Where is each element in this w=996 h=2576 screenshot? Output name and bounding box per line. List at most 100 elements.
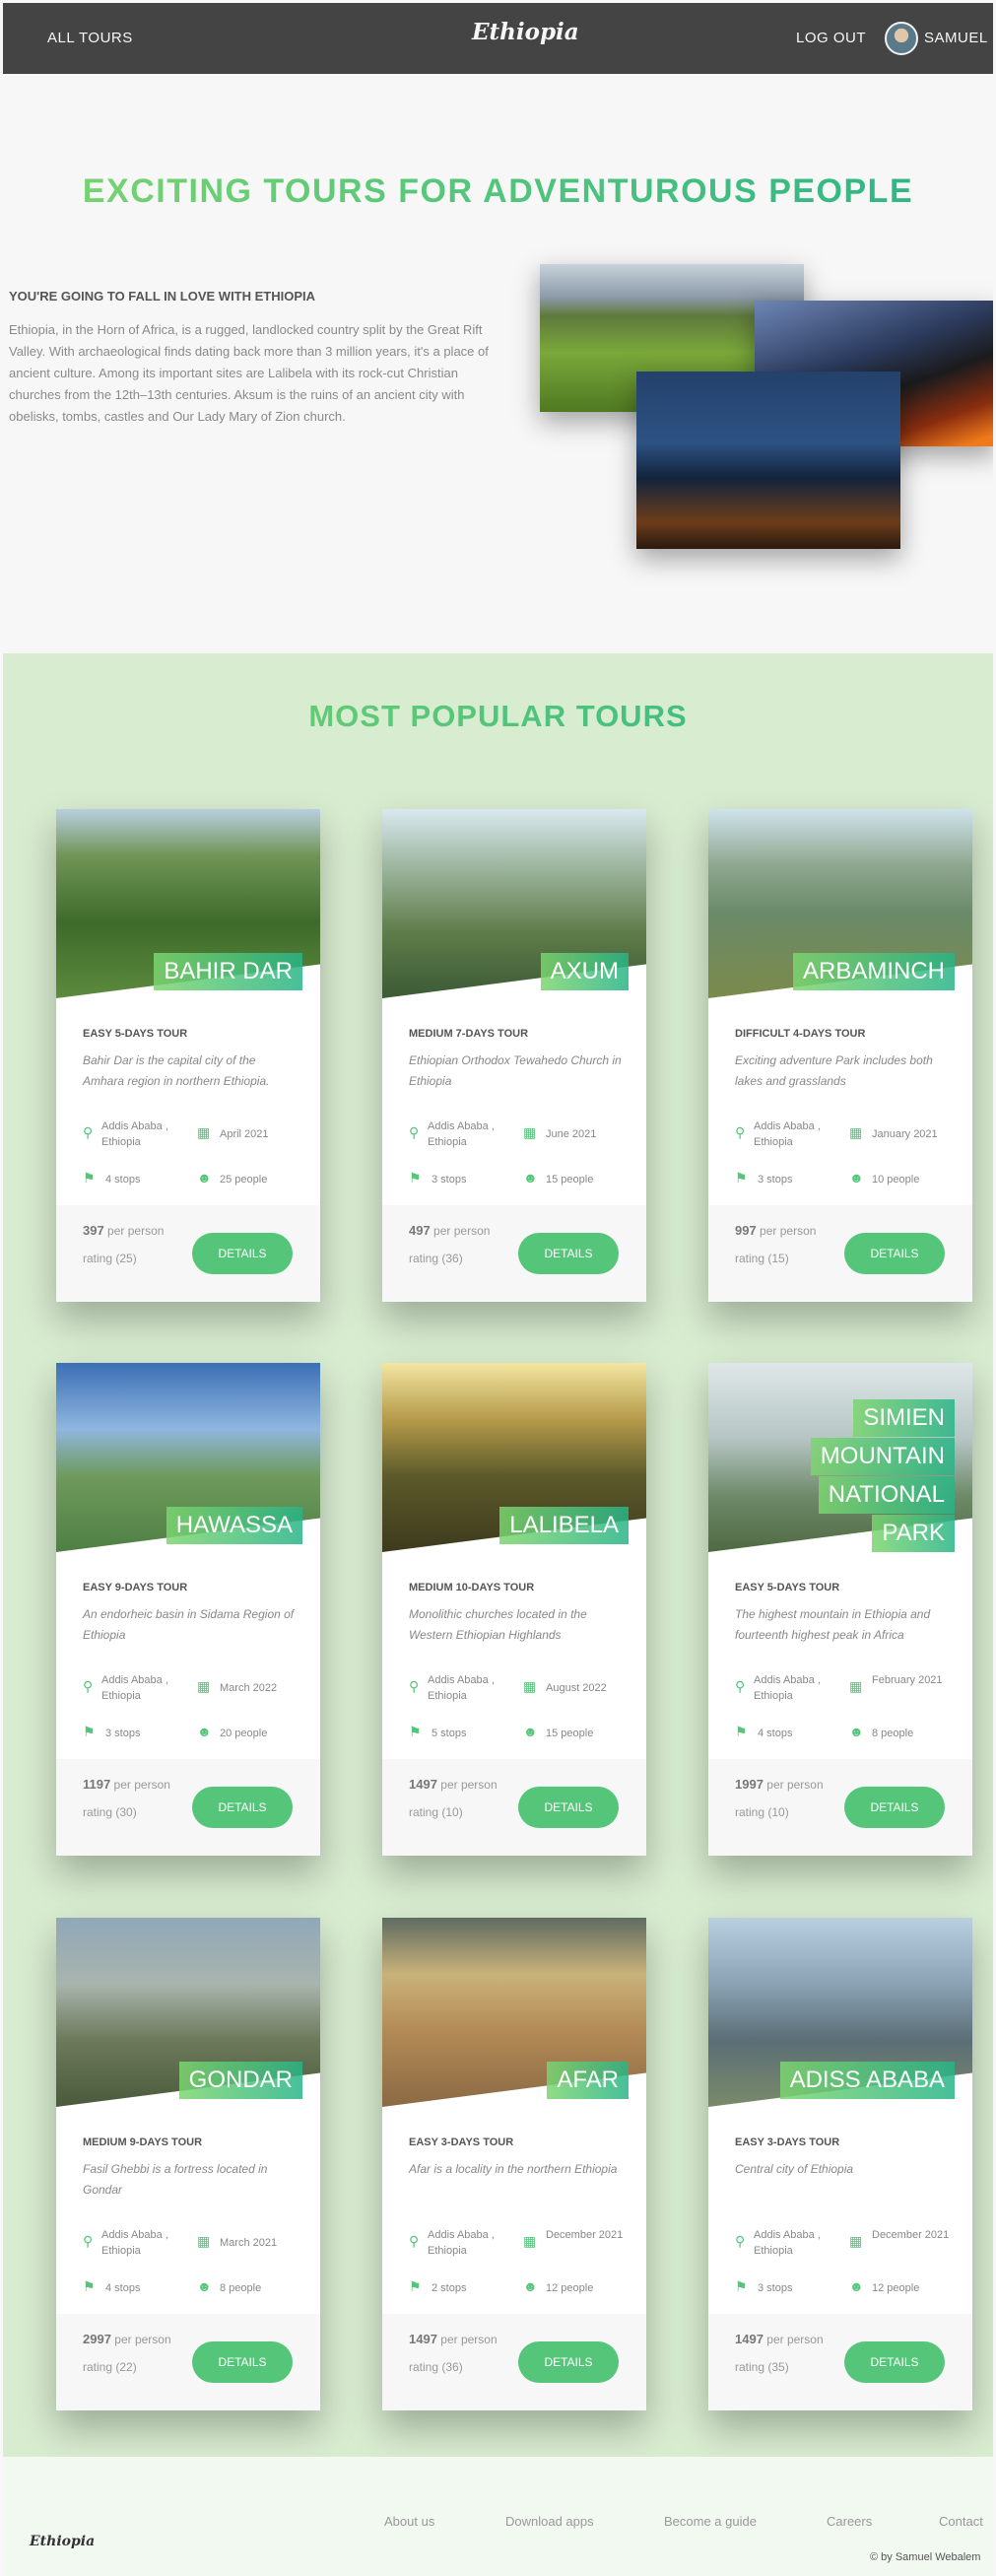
intro-text: Ethiopia, in the Horn of Africa, is a ru… — [9, 322, 489, 424]
tour-difficulty: MEDIUM 10-DAYS TOUR — [409, 1582, 535, 1593]
tour-name-box: HAWASSA — [166, 1506, 302, 1544]
intro-title: EXCITING TOURS FOR ADVENTUROUS PEOPLE — [3, 172, 993, 211]
user-icon: ☻ — [849, 1170, 864, 1186]
logout-link[interactable]: LOG OUT — [796, 30, 866, 46]
flag-icon: ⚑ — [735, 2278, 748, 2294]
tour-people: 20 people — [220, 1728, 268, 1739]
logo[interactable]: Ethiopia — [472, 19, 579, 45]
tour-difficulty: MEDIUM 9-DAYS TOUR — [83, 2136, 203, 2148]
details-button[interactable]: DETAILS — [844, 1233, 945, 1274]
tour-name-box: SIMIEN MOUNTAIN NATIONAL PARK — [810, 1398, 955, 1552]
user-icon: ☻ — [197, 1170, 212, 1186]
tour-stops: 3 stops — [432, 1174, 467, 1186]
footer-link-contact[interactable]: Contact — [939, 2514, 983, 2529]
footer-link-guide[interactable]: Become a guide — [664, 2514, 757, 2529]
calendar-icon: ▦ — [849, 1678, 863, 1694]
details-button[interactable]: DETAILS — [844, 1787, 945, 1828]
tour-date: December 2021 — [872, 2229, 950, 2241]
header: ALL TOURS Ethiopia LOG OUT SAMUEL — [3, 3, 993, 74]
tour-price: 1197 per person — [83, 1777, 170, 1792]
all-tours-link[interactable]: ALL TOURS — [47, 30, 133, 46]
footer-link-about[interactable]: About us — [384, 2514, 434, 2529]
tour-rating: rating (35) — [735, 2360, 789, 2374]
flag-icon: ⚑ — [735, 1724, 748, 1739]
tour-date: August 2022 — [546, 1682, 607, 1694]
tour-people: 12 people — [872, 2282, 920, 2294]
price-value: 1997 — [735, 1777, 764, 1792]
price-value: 1497 — [409, 1777, 437, 1792]
tour-card: AXUM MEDIUM 7-DAYS TOUR Ethiopian Orthod… — [382, 809, 646, 1302]
tour-card: LALIBELA MEDIUM 10-DAYS TOUR Monolithic … — [382, 1363, 646, 1856]
price-value: 1497 — [409, 2332, 437, 2346]
price-unit: per person — [113, 1778, 170, 1792]
popular-title: MOST POPULAR TOURS — [3, 699, 993, 734]
tour-summary: Central city of Ethiopia — [735, 2162, 854, 2176]
user-name[interactable]: SAMUEL — [924, 30, 988, 46]
tour-location: Addis Ababa , Ethiopia — [754, 1674, 821, 1702]
price-value: 497 — [409, 1223, 431, 1238]
tour-name-box: ARBAMINCH — [792, 952, 955, 990]
price-value: 2997 — [83, 2332, 111, 2346]
tour-name: ADISS ABABA — [779, 2062, 955, 2099]
tour-price: 1497 per person — [409, 1777, 498, 1792]
footer-link-download[interactable]: Download apps — [505, 2514, 594, 2529]
tour-card: SIMIEN MOUNTAIN NATIONAL PARK EASY 5-DAYS T… — [708, 1363, 972, 1856]
avatar[interactable] — [885, 22, 918, 55]
tour-people: 10 people — [872, 1174, 920, 1186]
tour-card: HAWASSA EASY 9-DAYS TOUR An endorheic ba… — [56, 1363, 320, 1856]
tour-name: GONDAR — [178, 2062, 302, 2099]
calendar-icon: ▦ — [197, 2233, 211, 2249]
tour-name-box: ADISS ABABA — [779, 2061, 955, 2099]
tour-price: 397 per person — [83, 1223, 164, 1238]
tour-location: Addis Ababa , Ethiopia — [428, 2229, 495, 2257]
calendar-icon: ▦ — [523, 1124, 537, 1140]
footer-link-careers[interactable]: Careers — [827, 2514, 872, 2529]
tour-summary: Afar is a locality in the northern Ethio… — [409, 2162, 618, 2176]
tour-rating: rating (36) — [409, 1252, 463, 1265]
tour-name-box: BAHIR DAR — [154, 952, 302, 990]
tour-people: 15 people — [546, 1174, 594, 1186]
details-button[interactable]: DETAILS — [518, 1787, 619, 1828]
page: ALL TOURS Ethiopia LOG OUT SAMUEL EXCITI… — [3, 3, 993, 2576]
price-value: 1497 — [735, 2332, 764, 2346]
calendar-icon: ▦ — [197, 1678, 211, 1694]
details-button[interactable]: DETAILS — [192, 1233, 293, 1274]
tour-name: LALIBELA — [499, 1507, 629, 1544]
tour-name: BAHIR DAR — [154, 953, 302, 990]
tour-stops: 2 stops — [432, 2282, 467, 2294]
tour-card: AFAR EASY 3-DAYS TOUR Afar is a locality… — [382, 1918, 646, 2410]
tour-name-line: SIMIEN — [853, 1399, 955, 1437]
price-unit: per person — [766, 2333, 824, 2346]
tour-name-box: AXUM — [540, 952, 629, 990]
calendar-icon: ▦ — [849, 1124, 863, 1140]
tour-price: 497 per person — [409, 1223, 490, 1238]
tour-summary: Exciting adventure Park includes both la… — [735, 1053, 933, 1088]
tour-name: AXUM — [540, 953, 629, 990]
tour-difficulty: EASY 3-DAYS TOUR — [735, 2136, 840, 2148]
price-unit: per person — [760, 1224, 817, 1238]
tour-date: December 2021 — [546, 2229, 624, 2241]
price-value: 397 — [83, 1223, 104, 1238]
tour-location: Addis Ababa , Ethiopia — [428, 1120, 495, 1148]
tour-summary: The highest mountain in Ethiopia and fou… — [735, 1607, 931, 1642]
tour-rating: rating (36) — [409, 2360, 463, 2374]
tour-card: GONDAR MEDIUM 9-DAYS TOUR Fasil Ghebbi i… — [56, 1918, 320, 2410]
details-button[interactable]: DETAILS — [192, 1787, 293, 1828]
details-button[interactable]: DETAILS — [844, 2341, 945, 2383]
tour-date: March 2021 — [220, 2237, 278, 2249]
flag-icon: ⚑ — [409, 2278, 422, 2294]
user-icon: ☻ — [849, 1724, 864, 1739]
details-button[interactable]: DETAILS — [518, 2341, 619, 2383]
tour-summary: Ethiopian Orthodox Tewahedo Church in Et… — [409, 1053, 622, 1088]
details-button[interactable]: DETAILS — [518, 1233, 619, 1274]
price-unit: per person — [114, 2333, 171, 2346]
price-unit: per person — [107, 1224, 165, 1238]
flag-icon: ⚑ — [735, 1170, 748, 1186]
tour-location: Addis Ababa , Ethiopia — [754, 2229, 821, 2257]
footer-logo[interactable]: Ethiopia — [30, 2534, 95, 2549]
price-value: 997 — [735, 1223, 757, 1238]
flag-icon: ⚑ — [409, 1170, 422, 1186]
tour-location: Addis Ababa , Ethiopia — [101, 1120, 168, 1148]
details-button[interactable]: DETAILS — [192, 2341, 293, 2383]
tour-rating: rating (15) — [735, 1252, 789, 1265]
